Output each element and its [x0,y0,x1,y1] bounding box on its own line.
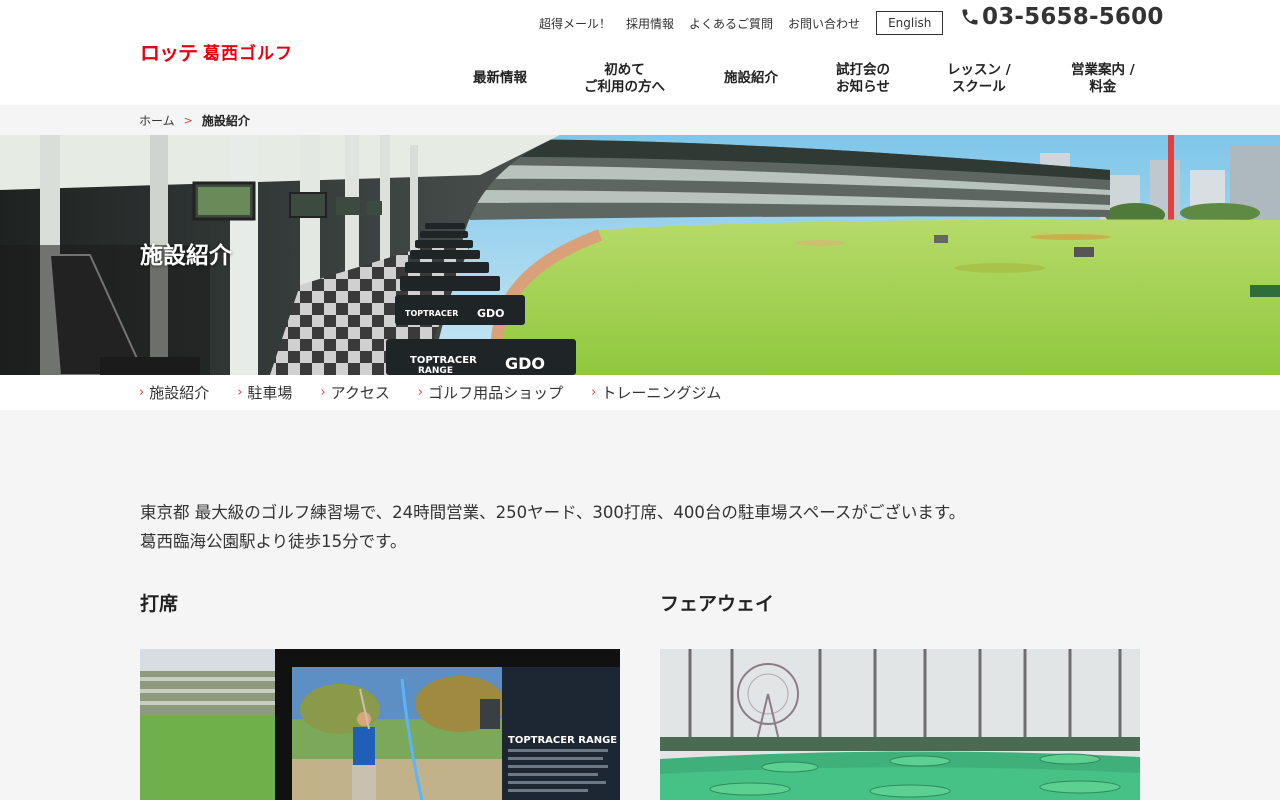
page-title: 施設紹介 [140,243,232,269]
subnav-label: 施設紹介 [149,384,210,402]
util-link-mail[interactable]: 超得メール！ [539,15,611,32]
bays-photo: TOPTRACER RANGE [140,649,620,800]
nav-lesson[interactable]: レッスン / スクール [947,62,1011,96]
phone-icon [962,9,978,25]
nav-facility[interactable]: 施設紹介 [724,70,778,87]
section-title-bays: 打席 [140,593,179,615]
chevron-right-icon: › [237,385,243,400]
subnav-parking[interactable]: › 駐車場 [237,382,292,403]
hero-banner: TOPTRACER RANGE GDO TOPTRACER GDO 施設紹介 [0,135,1280,375]
range-sign-top: TOPTRACER [410,355,477,366]
facility-sub-nav: › 施設紹介 › 駐車場 › アクセス › ゴルフ用品ショップ › トレーニング… [0,375,1280,410]
nav-first-time[interactable]: 初めて ご利用の方へ [584,62,665,96]
chevron-right-icon: › [320,385,326,400]
utility-nav: 超得メール！ 採用情報 よくあるご質問 お問い合わせ English [539,11,944,35]
nav-label-line1: 営業案内 / [1071,62,1135,78]
subnav-label: アクセス [330,384,390,402]
logo-text: 葛西ゴルフ [203,43,293,64]
range-sign-bottom: RANGE [418,366,453,375]
phone-number[interactable]: 03-5658-5600 [960,4,1164,30]
subnav-label: ゴルフ用品ショップ [428,384,564,402]
nav-news[interactable]: 最新情報 [473,70,527,87]
intro-line-2: 葛西臨海公園駅より徒歩15分です。 [140,532,407,551]
screen-brand-text: TOPTRACER RANGE [508,735,617,746]
subnav-access[interactable]: › アクセス [320,382,389,403]
english-button[interactable]: English [876,11,944,35]
subnav-training-gym[interactable]: › トレーニングジム [591,382,721,403]
chevron-right-icon: › [417,385,424,400]
breadcrumb: ホーム > 施設紹介 [0,105,1280,135]
breadcrumb-home[interactable]: ホーム [139,112,175,129]
util-link-recruit[interactable]: 採用情報 [626,15,674,32]
chevron-right-icon: › [591,385,597,400]
breadcrumb-separator-icon: > [183,113,193,127]
site-logo[interactable]: ロッテ 葛西ゴルフ [140,40,293,65]
subnav-golf-shop[interactable]: › ゴルフ用品ショップ [418,382,563,403]
subnav-facility[interactable]: › 施設紹介 [139,382,209,403]
intro-text: 東京都 最大級のゴルフ練習場で、24時間営業、250ヤード、300打席、400台… [140,498,1140,556]
util-link-faq[interactable]: よくあるご質問 [689,15,773,32]
chevron-right-icon: › [139,385,145,400]
breadcrumb-current: 施設紹介 [201,113,250,128]
range-sign-small-top: TOPTRACER [405,309,458,318]
nav-hours-fees[interactable]: 営業案内 / 料金 [1071,62,1135,96]
util-link-contact[interactable]: お問い合わせ [788,15,860,32]
site-header: ロッテ 葛西ゴルフ 超得メール！ 採用情報 よくあるご質問 お問い合わせ Eng… [0,0,1280,105]
nav-label-line1: レッスン / [947,62,1011,78]
section-title-fairway: フェアウェイ [660,593,775,615]
range-brand-small: GDO [477,307,505,320]
nav-label-line2: スクール [951,79,1006,95]
nav-label: 最新情報 [473,70,527,86]
nav-label-line2: お知らせ [836,79,890,95]
intro-line-1: 東京都 最大級のゴルフ練習場で、24時間営業、250ヤード、300打席、400台… [140,503,966,522]
phone-text: 03-5658-5600 [982,4,1164,30]
subnav-label: 駐車場 [247,384,293,402]
nav-trial-event[interactable]: 試打会の お知らせ [836,62,890,96]
nav-label-line2: 料金 [1089,79,1117,95]
subnav-label: トレーニングジム [601,384,722,402]
nav-label: 施設紹介 [724,70,778,86]
logo-mark: ロッテ [140,40,198,65]
nav-label-line1: 初めて [604,62,645,78]
nav-label-line1: 試打会の [836,62,890,78]
fairway-photo [660,649,1140,800]
main-nav: 最新情報 初めて ご利用の方へ 施設紹介 試打会の お知らせ レッスン / スク… [450,62,1150,96]
nav-label-line2: ご利用の方へ [584,79,665,95]
range-brand: GDO [505,354,545,373]
